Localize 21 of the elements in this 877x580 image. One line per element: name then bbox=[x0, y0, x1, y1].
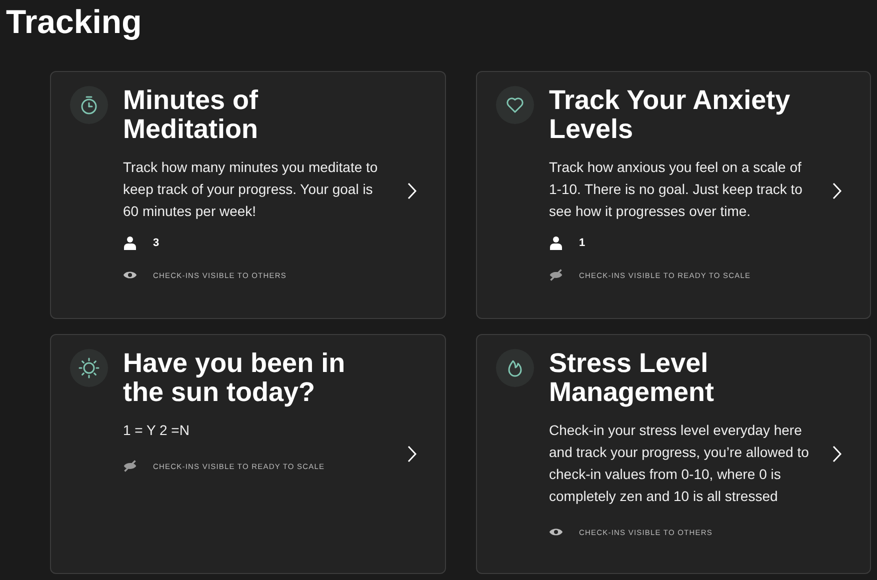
participant-count: 1 bbox=[579, 237, 586, 249]
card-description: Track how many minutes you meditate to keep track of your progress. Your goal is 60 minutes per week! bbox=[123, 158, 379, 221]
person-icon bbox=[549, 236, 563, 250]
sun-icon bbox=[70, 349, 108, 387]
chevron-right-icon bbox=[832, 445, 842, 463]
person-icon bbox=[123, 236, 137, 250]
chevron-right-icon bbox=[407, 182, 417, 200]
chevron-right-icon bbox=[407, 445, 417, 463]
card-title: Stress Level Management bbox=[549, 349, 716, 407]
card-title: Track Your Anxiety Levels bbox=[549, 86, 792, 144]
card-title: Minutes of Meditation bbox=[123, 86, 259, 144]
tracker-card[interactable] bbox=[476, 334, 871, 574]
card-title: Have you been in the sun today? bbox=[123, 349, 346, 407]
card-description: Check-in your stress level everyday here and track your progress, you’re allowed to check-in values from 0-10, where 0 is completely zen and 10 is all stressed bbox=[549, 421, 810, 506]
participant-count: 3 bbox=[153, 237, 160, 249]
flame-icon bbox=[496, 349, 534, 387]
card-description: Track how anxious you feel on a scale of 1-10. There is no goal. Just keep track to see how it progresses over time. bbox=[549, 158, 804, 221]
stopwatch-icon bbox=[70, 86, 108, 124]
card-description: 1 = Y 2 =N bbox=[123, 421, 190, 440]
chevron-right-icon bbox=[832, 182, 842, 200]
page-title: Tracking bbox=[5, 2, 143, 42]
